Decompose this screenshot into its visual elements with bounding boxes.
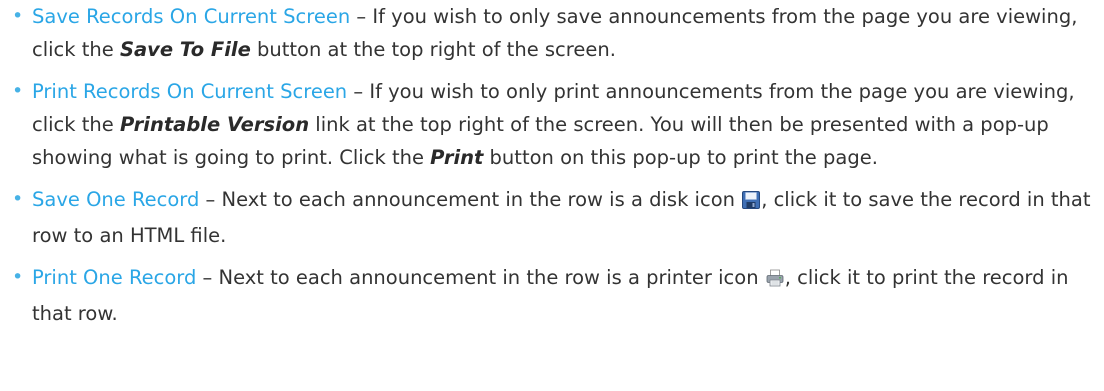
printer-icon — [766, 264, 784, 297]
bullet-icon: • — [12, 188, 24, 210]
term-heading: Save Records On Current Screen — [32, 5, 351, 28]
item-text: button at the top right of the screen. — [250, 38, 616, 61]
bullet-list: • Save Records On Current Screen – If yo… — [8, 0, 1104, 330]
bullet-icon: • — [12, 266, 24, 288]
term-heading: Print One Record — [32, 266, 197, 289]
item-text: – Next to each announcement in the row i… — [196, 266, 765, 289]
item-text: button on this pop-up to print the page. — [483, 146, 878, 169]
bullet-icon: • — [12, 5, 24, 27]
document-body: • Save Records On Current Screen – If yo… — [0, 0, 1104, 330]
term-heading: Print Records On Current Screen — [32, 80, 348, 103]
bullet-icon: • — [12, 80, 24, 102]
disk-icon — [742, 186, 761, 219]
term-heading: Save One Record — [32, 188, 200, 211]
emphasis-text: Printable Version — [119, 113, 310, 136]
list-item-print-current-screen: • Print Records On Current Screen – If y… — [8, 75, 1104, 174]
item-text: – Next to each announcement in the row i… — [199, 188, 742, 211]
list-item-save-one-record: • Save One Record – Next to each announc… — [8, 183, 1104, 252]
list-item-print-one-record: • Print One Record – Next to each announ… — [8, 261, 1104, 330]
emphasis-text: Print — [430, 146, 484, 169]
emphasis-text: Save To File — [119, 38, 251, 61]
list-item-save-current-screen: • Save Records On Current Screen – If yo… — [8, 0, 1104, 66]
